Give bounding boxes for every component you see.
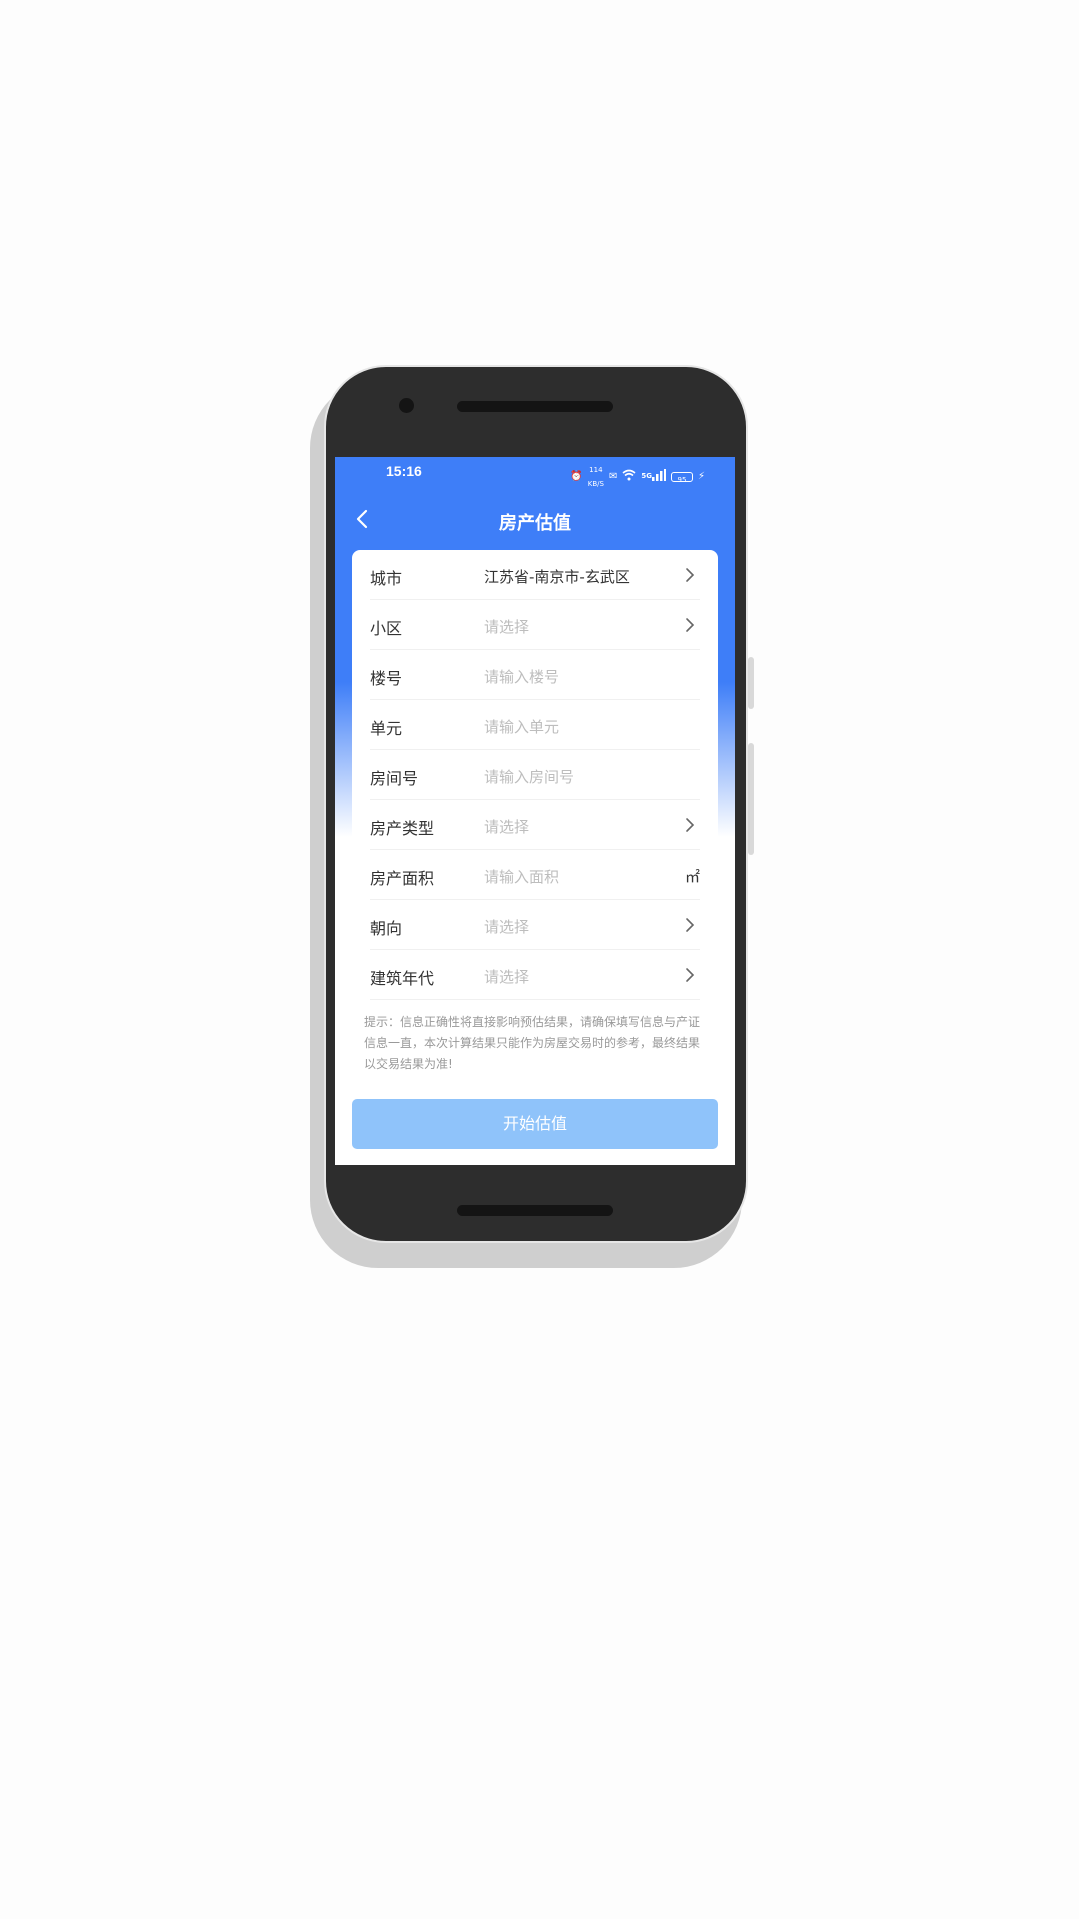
status-time: 15:16 <box>386 463 422 479</box>
city-value[interactable]: 江苏省-南京市-玄武区 <box>484 566 630 587</box>
row-label: 城市 <box>370 569 403 588</box>
chevron-right-icon <box>684 816 696 834</box>
volume-button <box>748 657 754 709</box>
row-label: 建筑年代 <box>370 969 435 988</box>
status-icons: ⏰ 114 KB/S ✉ 5G 95 ⚡ <box>570 463 705 491</box>
form-row-community[interactable]: 小区 请选择 <box>370 600 700 650</box>
signal-icon: 5G <box>641 469 666 485</box>
page-title: 房产估值 <box>499 513 571 534</box>
form-row-orientation[interactable]: 朝向 请选择 <box>370 900 700 950</box>
unit-input[interactable]: 请输入单元 <box>484 716 559 737</box>
bottom-speaker <box>457 1205 613 1216</box>
row-label: 单元 <box>370 719 403 738</box>
start-valuation-button[interactable]: 开始估值 <box>352 1099 718 1149</box>
room-number-input[interactable]: 请输入房间号 <box>484 766 574 787</box>
wifi-icon <box>622 469 636 486</box>
app-screen: 15:16 ⏰ 114 KB/S ✉ 5G 95 ⚡ 房产估值 城市 江苏省-南… <box>335 457 735 1165</box>
power-button <box>748 743 754 855</box>
charging-icon: ⚡ <box>697 471 705 482</box>
building-input[interactable]: 请输入楼号 <box>484 666 559 687</box>
front-camera <box>399 398 414 413</box>
title-bar: 房产估值 <box>335 497 735 543</box>
chevron-right-icon <box>684 916 696 934</box>
chevron-right-icon <box>684 566 696 584</box>
row-label: 朝向 <box>370 919 403 938</box>
net-speed-unit: KB/S <box>587 480 604 488</box>
orientation-select[interactable]: 请选择 <box>484 916 529 937</box>
battery-icon: 95 <box>670 472 693 484</box>
form-row-build-year[interactable]: 建筑年代 请选择 <box>370 950 700 1000</box>
build-year-select[interactable]: 请选择 <box>484 966 529 987</box>
form-row-area[interactable]: 房产面积 请输入面积 ㎡ <box>370 850 700 900</box>
form-row-room[interactable]: 房间号 请输入房间号 <box>370 750 700 800</box>
row-label: 楼号 <box>370 669 403 688</box>
chevron-right-icon <box>684 966 696 984</box>
tip-text: 提示：信息正确性将直接影响预估结果，请确保填写信息与产证信息一直，本次计算结果只… <box>364 1015 701 1071</box>
net-speed-value: 114 <box>589 466 603 474</box>
form-card: 城市 江苏省-南京市-玄武区 小区 请选择 楼号 请输入楼号 单元 请输入单元 … <box>352 550 718 1110</box>
form-row-city[interactable]: 城市 江苏省-南京市-玄武区 <box>370 550 700 600</box>
area-input[interactable]: 请输入面积 <box>484 866 559 887</box>
status-bar: 15:16 ⏰ 114 KB/S ✉ 5G 95 ⚡ <box>335 457 735 488</box>
row-label: 房产类型 <box>370 819 435 838</box>
row-label: 房间号 <box>370 769 419 788</box>
network-type: 5G <box>641 472 652 480</box>
form-row-unit[interactable]: 单元 请输入单元 <box>370 700 700 750</box>
row-label: 小区 <box>370 619 403 638</box>
row-label: 房产面积 <box>370 869 435 888</box>
earpiece-speaker <box>457 401 613 412</box>
stage: 15:16 ⏰ 114 KB/S ✉ 5G 95 ⚡ 房产估值 城市 江苏省-南… <box>0 0 1079 1919</box>
square-meter-unit: ㎡ <box>684 868 700 886</box>
alarm-icon: ⏰ <box>570 471 583 482</box>
chevron-right-icon <box>684 616 696 634</box>
net-speed: 114 KB/S <box>588 463 604 491</box>
community-select[interactable]: 请选择 <box>484 616 529 637</box>
mail-icon: ✉ <box>608 471 618 482</box>
property-type-select[interactable]: 请选择 <box>484 816 529 837</box>
form-row-building[interactable]: 楼号 请输入楼号 <box>370 650 700 700</box>
form-row-property-type[interactable]: 房产类型 请选择 <box>370 800 700 850</box>
